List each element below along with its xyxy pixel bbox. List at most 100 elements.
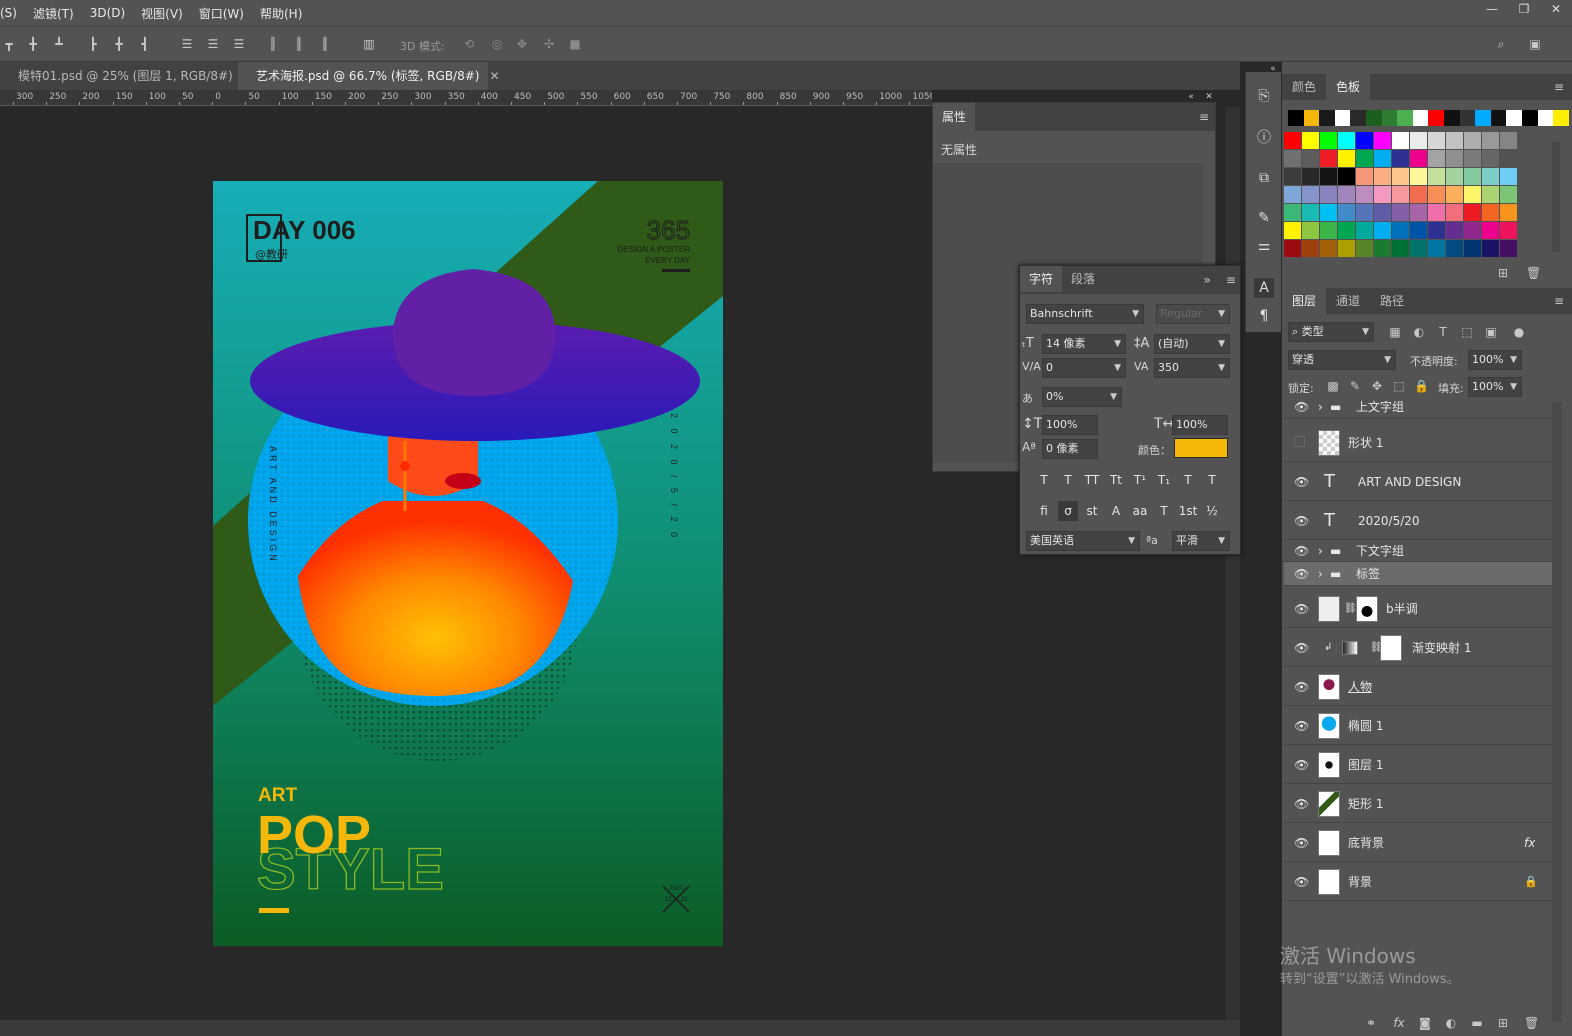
layer-name[interactable]: ART AND DESIGN [1358,463,1461,501]
adjustment-layer-icon[interactable]: ◐ [1444,1016,1458,1030]
3d-orbit-icon[interactable]: ⟲ [462,37,476,51]
visibility-eye-icon[interactable]: 👁 [1294,758,1309,772]
layer-row[interactable]: 👁 T ART AND DESIGN [1284,463,1552,501]
layer-row[interactable]: 👁 背景 🔒 [1284,863,1552,901]
tsume-field[interactable]: 0% ▼ [1042,387,1122,407]
lock-artboard-icon[interactable]: ⬚ [1392,379,1406,393]
swatch[interactable] [1482,132,1499,149]
swatch[interactable] [1410,240,1427,257]
swatch[interactable] [1338,204,1355,221]
swatch-recent[interactable] [1537,110,1554,126]
swatch[interactable] [1482,204,1499,221]
swatch[interactable] [1464,222,1481,239]
tab-art-poster[interactable]: 艺术海报.psd @ 66.7% (标签, RGB/8#) ✕ [238,62,500,90]
layer-row[interactable]: 形状 1 [1284,424,1552,462]
swatch-recent[interactable] [1506,110,1523,126]
collapse-right-icon[interactable]: « [1266,62,1280,76]
align-top-icon[interactable]: ┳ [2,37,16,51]
swatch[interactable] [1356,150,1373,167]
layer-name[interactable]: 2020/5/20 [1358,502,1420,540]
align-right-icon[interactable]: ┫ [138,37,152,51]
properties-tab[interactable]: 属性 [933,103,975,131]
swatch[interactable] [1446,222,1463,239]
layer-name[interactable]: 标签 [1356,562,1380,586]
opentype-button-4[interactable]: aa [1130,501,1150,521]
swatch[interactable] [1284,240,1301,257]
text-color-swatch[interactable] [1174,438,1228,458]
swatch[interactable] [1392,132,1409,149]
layer-name[interactable]: 形状 1 [1348,424,1383,462]
swatch-recent[interactable] [1412,110,1429,126]
opentype-button-6[interactable]: 1st [1178,501,1198,521]
swatch[interactable] [1464,132,1481,149]
font-style-select[interactable]: Regular ▼ [1156,304,1230,324]
add-mask-icon[interactable]: ◙ [1418,1016,1432,1030]
character-icon[interactable]: A [1254,278,1274,298]
fx-icon[interactable]: fx [1392,1016,1406,1030]
swatch[interactable] [1410,132,1427,149]
swatch[interactable] [1428,150,1445,167]
swatch[interactable] [1464,186,1481,203]
paragraph-icon[interactable]: ¶ [1254,306,1274,326]
filter-toggle-icon[interactable]: ● [1512,325,1526,339]
swatch[interactable] [1284,186,1301,203]
layer-name[interactable]: b半调 [1386,590,1418,628]
swatch[interactable] [1446,132,1463,149]
swatch[interactable] [1320,186,1337,203]
link-layers-icon[interactable]: ⚭ [1364,1016,1378,1030]
layer-name[interactable]: 上文字组 [1356,395,1404,419]
search-icon[interactable]: ⌕ [1494,37,1508,51]
filter-pixel-icon[interactable]: ▦ [1388,325,1402,339]
swatch[interactable] [1428,168,1445,185]
swatch[interactable] [1284,204,1301,221]
swatch[interactable] [1446,168,1463,185]
leading-field[interactable]: (自动) ▼ [1154,334,1230,354]
swatch[interactable] [1446,240,1463,257]
menu-3d[interactable]: 3D(D) [82,6,133,20]
swatch[interactable] [1482,168,1499,185]
swatch[interactable] [1464,204,1481,221]
swatch[interactable] [1320,222,1337,239]
swatch[interactable] [1356,222,1373,239]
layer-row[interactable]: 👁 ⛓ 渐变映射 1 ↲ [1284,629,1552,667]
tab-paragraph[interactable]: 段落 [1062,266,1104,292]
swatch[interactable] [1392,186,1409,203]
swatch[interactable] [1410,168,1427,185]
format-button-0[interactable]: T [1034,470,1054,490]
swatch[interactable] [1302,204,1319,221]
opentype-button-2[interactable]: st [1082,501,1102,521]
new-swatch-icon[interactable]: ⊞ [1496,266,1510,280]
swatch[interactable] [1446,204,1463,221]
swatch[interactable] [1428,240,1445,257]
opentype-button-5[interactable]: T [1154,501,1174,521]
visibility-eye-icon[interactable]: 👁 [1294,514,1309,528]
layer-row[interactable]: 👁 椭圆 1 [1284,707,1552,745]
swatch-recent[interactable] [1428,110,1445,126]
panel-menu-icon[interactable]: ≡ [1197,110,1211,124]
tracking-field[interactable]: 350 ▼ [1154,358,1230,378]
menu-select[interactable]: (S) [0,6,25,20]
tab-channels[interactable]: 通道 [1326,288,1370,314]
swatch[interactable] [1374,150,1391,167]
layer-row[interactable]: 👁 图层 1 [1284,746,1552,784]
layer-row[interactable]: 👁 › ▬ 下文字组 [1284,540,1552,562]
swatch-recent[interactable] [1381,110,1398,126]
swatch[interactable] [1320,168,1337,185]
swatch[interactable] [1392,168,1409,185]
font-family-select[interactable]: Bahnschrift ▼ [1026,304,1144,324]
minimize-icon[interactable]: — [1476,0,1508,22]
blend-mode-select[interactable]: 穿透 ▼ [1288,350,1396,370]
layer-name[interactable]: 背景 [1348,863,1372,901]
visibility-eye-icon[interactable]: 👁 [1294,475,1309,489]
swatch[interactable] [1392,240,1409,257]
opentype-button-7[interactable]: ½ [1202,501,1222,521]
swatch[interactable] [1500,186,1517,203]
swatch[interactable] [1320,204,1337,221]
swatches-scrollbar[interactable] [1552,142,1560,252]
swatch[interactable] [1338,168,1355,185]
swatches-menu-icon[interactable]: ≡ [1552,80,1566,94]
swatch[interactable] [1374,168,1391,185]
antialias-select[interactable]: 平滑 ▼ [1172,531,1230,551]
menu-window[interactable]: 窗口(W) [191,5,252,22]
char-menu-icon[interactable]: ≡ [1224,273,1238,287]
